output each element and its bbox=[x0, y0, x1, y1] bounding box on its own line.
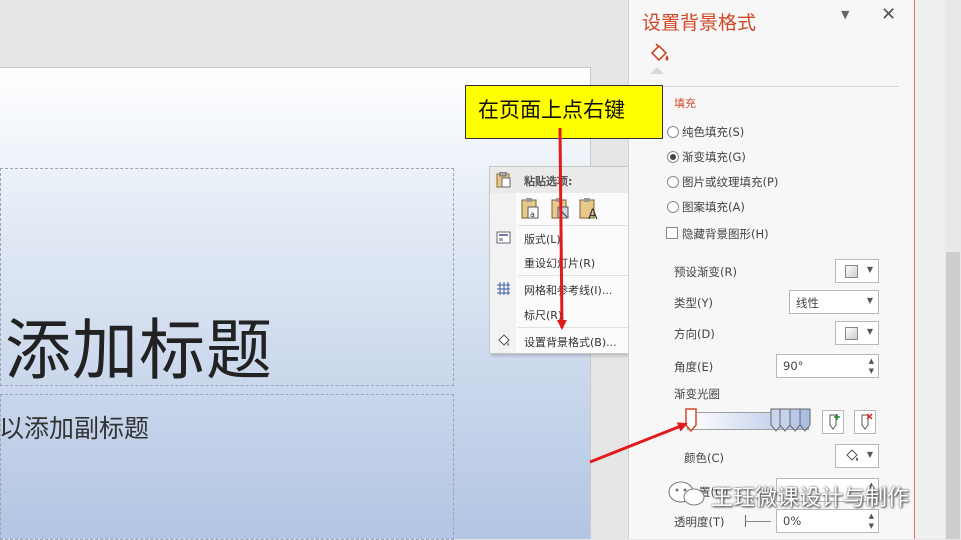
slide-title: 添加标题 bbox=[5, 312, 273, 389]
angle-value: 90° bbox=[783, 359, 804, 373]
paste-options-row: a A bbox=[520, 197, 630, 223]
spin-up-icon[interactable]: ▲ bbox=[869, 357, 874, 365]
gradient-type-value: 线性 bbox=[796, 296, 819, 310]
menu-item-label: 版式(L) bbox=[524, 233, 561, 246]
tab-divider bbox=[629, 86, 899, 87]
menu-item-grid-guides[interactable]: 网格和参考线(I)... ▶ bbox=[490, 277, 646, 301]
solid-fill-label[interactable]: 纯色填充(S) bbox=[682, 124, 744, 140]
context-menu: 粘贴选项: a A 版式(L) ▶ 重设幻灯片(R) bbox=[489, 166, 647, 354]
layout-icon bbox=[496, 231, 511, 244]
gradient-fill-label[interactable]: 渐变填充(G) bbox=[682, 149, 746, 165]
direction-label: 方向(D) bbox=[674, 327, 715, 341]
menu-item-layout[interactable]: 版式(L) ▶ bbox=[490, 226, 646, 250]
pane-close-icon[interactable]: ✕ bbox=[881, 4, 896, 25]
hide-background-graphics-label[interactable]: 隐藏背景图形(H) bbox=[682, 226, 769, 242]
pane-options-dropdown-icon[interactable]: ▼ bbox=[841, 8, 849, 21]
pane-title: 设置背景格式 bbox=[642, 12, 757, 34]
gradient-stops-label: 渐变光圈 bbox=[674, 387, 720, 401]
paste-text-only-icon[interactable]: A bbox=[578, 197, 604, 221]
gradient-type-select[interactable]: 线性 ▼ bbox=[789, 290, 879, 314]
transparency-spinner[interactable]: 0% ▲ ▼ bbox=[776, 509, 879, 533]
chevron-down-icon: ▼ bbox=[866, 450, 873, 459]
remove-gradient-stop-button[interactable] bbox=[854, 410, 876, 434]
gradient-fill-radio[interactable] bbox=[667, 151, 679, 163]
add-gradient-stop-button[interactable] bbox=[822, 410, 844, 434]
picture-texture-fill-label[interactable]: 图片或纹理填充(P) bbox=[682, 174, 778, 190]
preset-gradient-label: 预设渐变(R) bbox=[674, 265, 737, 279]
paste-options-header: 粘贴选项: bbox=[490, 167, 646, 193]
svg-text:a: a bbox=[530, 210, 535, 219]
picture-texture-fill-radio[interactable] bbox=[667, 176, 679, 188]
add-stop-icon bbox=[829, 414, 840, 430]
transparency-slider-track[interactable] bbox=[745, 521, 771, 522]
menu-separator bbox=[518, 275, 642, 276]
chevron-down-icon: ▼ bbox=[866, 296, 873, 305]
gradient-stop-handle-selected[interactable] bbox=[685, 408, 697, 432]
direction-button[interactable]: ▼ bbox=[835, 321, 879, 345]
pane-scrollbar[interactable] bbox=[915, 0, 961, 539]
clipboard-icon bbox=[496, 172, 511, 188]
gradient-stop-handle[interactable] bbox=[799, 408, 811, 432]
preset-gradient-button[interactable]: ▼ bbox=[835, 259, 879, 283]
menu-separator bbox=[518, 327, 642, 328]
watermark-text: 王珏微课设计与制作 bbox=[711, 486, 910, 511]
menu-item-label: 标尺(R) bbox=[524, 309, 563, 322]
active-tab-caret bbox=[650, 67, 664, 74]
slide-subtitle: 以添加副标题 bbox=[0, 414, 150, 443]
transparency-label: 透明度(T) bbox=[674, 515, 725, 529]
fill-tab-paint-bucket-icon[interactable] bbox=[647, 42, 671, 66]
chevron-down-icon: ▼ bbox=[866, 265, 873, 274]
color-label: 颜色(C) bbox=[684, 451, 725, 465]
paste-keep-source-icon[interactable] bbox=[550, 197, 570, 221]
spin-up-icon[interactable]: ▲ bbox=[869, 512, 874, 520]
instruction-callout: 在页面上点右键 bbox=[465, 85, 663, 139]
menu-item-label: 网格和参考线(I)... bbox=[524, 284, 613, 297]
format-background-icon bbox=[498, 334, 510, 346]
type-label: 类型(Y) bbox=[674, 296, 713, 310]
svg-text:A: A bbox=[588, 207, 598, 221]
menu-item-format-background[interactable]: 设置背景格式(B)... bbox=[490, 329, 646, 353]
paste-options-label: 粘贴选项: bbox=[524, 175, 573, 188]
hide-background-graphics-checkbox[interactable] bbox=[666, 227, 678, 239]
fill-section-header[interactable]: 填充 bbox=[674, 95, 696, 111]
transparency-slider-thumb[interactable] bbox=[745, 515, 746, 527]
spin-down-icon[interactable]: ▼ bbox=[869, 367, 874, 375]
menu-item-label: 重设幻灯片(R) bbox=[524, 257, 596, 270]
grid-icon bbox=[497, 282, 510, 295]
paste-use-destination-theme-icon[interactable]: a bbox=[520, 197, 540, 221]
angle-label: 角度(E) bbox=[674, 360, 714, 374]
angle-spinner[interactable]: 90° ▲ ▼ bbox=[776, 354, 879, 378]
transparency-value: 0% bbox=[783, 514, 802, 528]
pattern-fill-label[interactable]: 图案填充(A) bbox=[682, 199, 745, 215]
menu-item-reset-slide[interactable]: 重设幻灯片(R) bbox=[490, 250, 646, 274]
menu-item-ruler[interactable]: 标尺(R) bbox=[490, 302, 646, 326]
format-background-pane: 设置背景格式 ▼ ✕ 填充 纯色填充(S) 渐变填充(G) 图片或纹理填充(P)… bbox=[628, 0, 915, 539]
direction-swatch-icon bbox=[845, 327, 858, 340]
wechat-logo-icon bbox=[668, 481, 705, 506]
paint-bucket-icon bbox=[846, 449, 858, 461]
pattern-fill-radio[interactable] bbox=[667, 201, 679, 213]
gradient-swatch-icon bbox=[845, 265, 858, 278]
stop-color-button[interactable]: ▼ bbox=[835, 444, 879, 468]
chevron-down-icon: ▼ bbox=[866, 327, 873, 336]
spin-down-icon[interactable]: ▼ bbox=[869, 522, 874, 530]
solid-fill-radio[interactable] bbox=[667, 126, 679, 138]
menu-item-label: 设置背景格式(B)... bbox=[524, 336, 617, 349]
scrollbar-thumb[interactable] bbox=[946, 252, 960, 539]
subtitle-placeholder[interactable]: 以添加副标题 bbox=[0, 394, 454, 540]
remove-stop-icon bbox=[861, 413, 873, 430]
title-placeholder[interactable]: 添加标题 bbox=[0, 168, 454, 389]
